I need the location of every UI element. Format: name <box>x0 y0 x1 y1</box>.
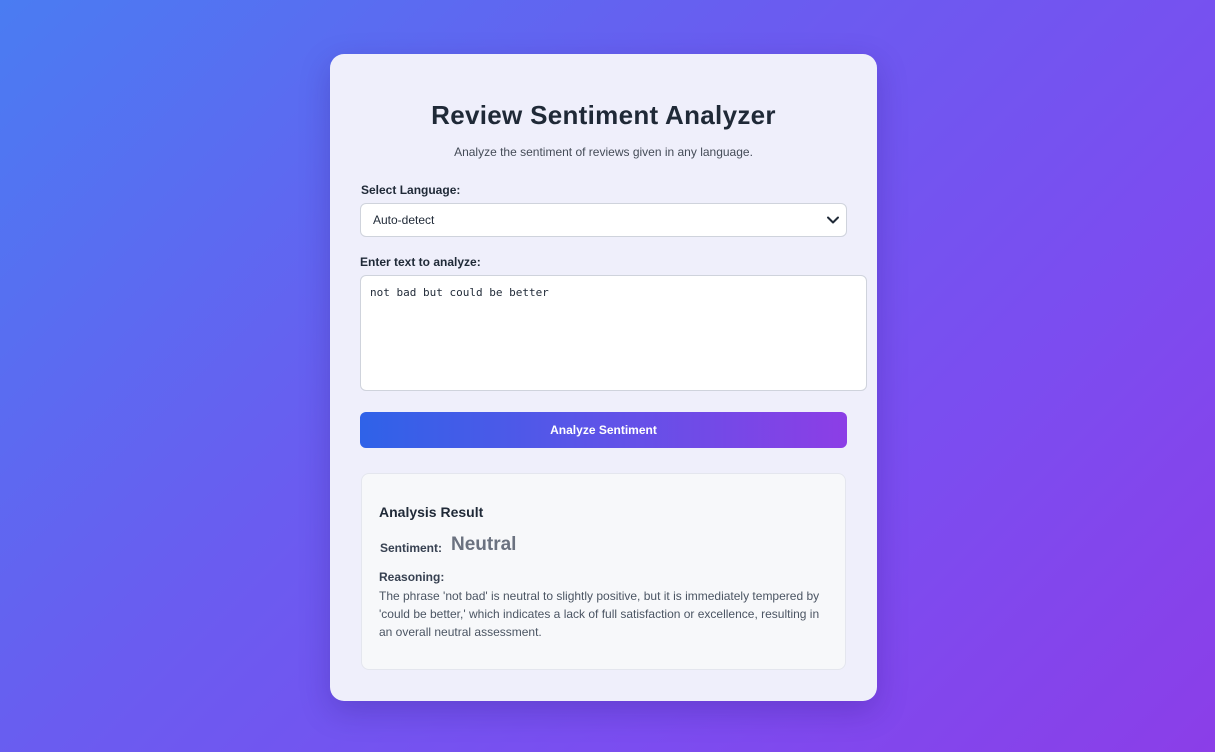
page-title: Review Sentiment Analyzer <box>431 100 776 130</box>
language-select[interactable]: Auto-detect <box>360 203 847 237</box>
analyze-sentiment-button[interactable]: Analyze Sentiment <box>360 412 847 448</box>
language-label: Select Language: <box>361 183 461 197</box>
analysis-result-panel: Analysis Result Sentiment: Neutral Reaso… <box>361 473 846 670</box>
page-subtitle: Analyze the sentiment of reviews given i… <box>454 145 753 159</box>
reasoning-text: The phrase 'not bad' is neutral to sligh… <box>379 589 820 639</box>
sentiment-value: Neutral <box>451 534 517 555</box>
sentiment-label: Sentiment: <box>380 541 443 555</box>
reasoning-label: Reasoning: <box>379 570 445 584</box>
review-text-input[interactable]: not bad but could be better <box>360 275 867 391</box>
chevron-down-icon <box>827 216 839 224</box>
result-title: Analysis Result <box>379 504 484 520</box>
analyzer-card: Review Sentiment Analyzer Analyze the se… <box>330 54 877 701</box>
text-input-label: Enter text to analyze: <box>360 255 481 269</box>
language-select-value: Auto-detect <box>373 213 435 227</box>
